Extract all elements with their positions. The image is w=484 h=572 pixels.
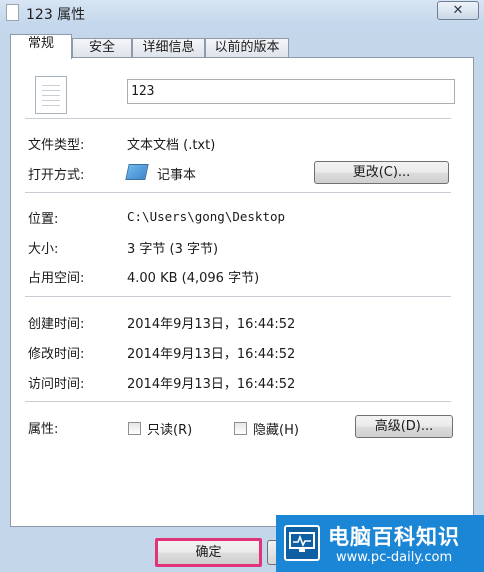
tab-general[interactable]: 常规: [10, 34, 72, 59]
accessed-label: 访问时间:: [28, 377, 85, 392]
watermark-url: www.pc-daily.com: [336, 550, 453, 565]
tab-previous-versions[interactable]: 以前的版本: [205, 38, 289, 58]
text-file-small-icon: [6, 4, 19, 21]
close-icon: ✕: [452, 3, 464, 18]
change-button[interactable]: 更改(C)...: [314, 161, 449, 184]
watermark: 电脑百科知识 www.pc-daily.com: [276, 515, 484, 572]
location-value: C:\Users\gong\Desktop: [127, 209, 286, 224]
location-label: 位置:: [28, 212, 59, 227]
opens-with-label: 打开方式:: [28, 168, 85, 183]
file-type-label: 文件类型:: [28, 138, 85, 153]
close-button[interactable]: ✕: [437, 1, 479, 20]
tab-security[interactable]: 安全: [72, 38, 132, 58]
general-panel: 123 文件类型: 文本文档 (.txt) 打开方式: 记事本 更改(C)...…: [10, 57, 474, 527]
modified-label: 修改时间:: [28, 347, 85, 362]
created-label: 创建时间:: [28, 317, 85, 332]
monitor-logo-icon: [284, 525, 320, 561]
divider: [25, 401, 451, 402]
readonly-label[interactable]: 只读(R): [147, 419, 192, 438]
hidden-label[interactable]: 隐藏(H): [253, 419, 299, 438]
tab-details[interactable]: 详细信息: [132, 38, 205, 58]
size-on-disk-value: 4.00 KB (4,096 字节): [127, 271, 260, 286]
text-file-icon: [35, 76, 67, 114]
attributes-label: 属性:: [28, 422, 59, 437]
hidden-checkbox[interactable]: [234, 422, 247, 435]
created-value: 2014年9月13日，16:44:52: [127, 317, 296, 332]
size-label: 大小:: [28, 242, 59, 257]
divider: [25, 118, 451, 119]
readonly-checkbox[interactable]: [128, 422, 141, 435]
size-value: 3 字节 (3 字节): [127, 242, 219, 257]
opens-with-value: 记事本: [157, 168, 197, 183]
modified-value: 2014年9月13日，16:44:52: [127, 347, 296, 362]
accessed-value: 2014年9月13日，16:44:52: [127, 377, 296, 392]
title-bar: 123 属性 ✕: [0, 0, 484, 26]
size-on-disk-label: 占用空间:: [28, 271, 85, 286]
divider: [25, 296, 451, 297]
advanced-button[interactable]: 高级(D)...: [355, 415, 453, 438]
divider: [25, 192, 451, 193]
ok-button[interactable]: 确定: [155, 538, 262, 567]
file-name-input[interactable]: 123: [127, 79, 455, 104]
window-title: 123 属性: [26, 7, 86, 23]
file-type-value: 文本文档 (.txt): [127, 138, 216, 153]
notepad-icon: [125, 164, 149, 180]
watermark-title: 电脑百科知识: [328, 525, 460, 549]
